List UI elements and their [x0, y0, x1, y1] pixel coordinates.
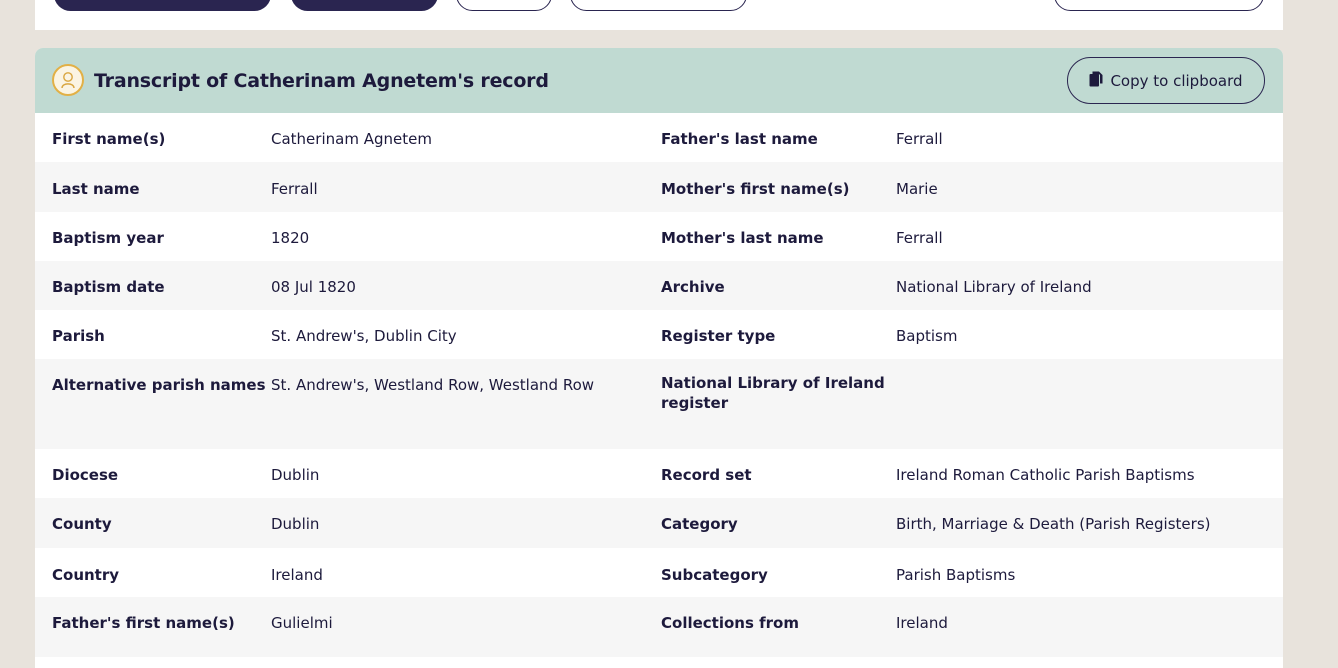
document-copy-icon [1089, 71, 1103, 91]
table-row: Baptism date 08 Jul 1820 Archive Nationa… [35, 261, 1283, 310]
person-silhouette-icon [52, 64, 84, 96]
field-label: Record set [661, 466, 752, 484]
table-row: Father's first name(s) Gulielmi Collecti… [35, 597, 1283, 657]
table-row: County Dublin Category Birth, Marriage &… [35, 498, 1283, 548]
field-label: Diocese [52, 466, 119, 484]
field-label: Baptism date [52, 278, 165, 296]
table-row: Baptism year 1820 Mother's last name Fer… [35, 212, 1283, 261]
field-label: Collections from [661, 614, 799, 632]
field-label: County [52, 515, 112, 533]
field-value: St. Andrew's, Westland Row, Westland Row [271, 376, 595, 394]
field-value: Ireland [896, 614, 948, 632]
field-label: Last name [52, 180, 140, 198]
field-label: Category [661, 515, 738, 533]
record-table: First name(s) Catherinam Agnetem Father'… [35, 113, 1283, 657]
copy-to-clipboard-button[interactable]: Copy to clipboard [1067, 57, 1265, 104]
field-value: Ferrall [896, 130, 943, 148]
field-label: Register type [661, 327, 776, 345]
field-value: Gulielmi [271, 614, 333, 632]
field-value: Parish Baptisms [896, 566, 1016, 584]
table-row: First name(s) Catherinam Agnetem Father'… [35, 113, 1283, 162]
field-label: Baptism year [52, 229, 164, 247]
field-label: Mother's last name [661, 229, 824, 247]
toolbar-button-secondary[interactable] [291, 0, 438, 11]
field-value: St. Andrew's, Dublin City [271, 327, 457, 345]
field-value: Dublin [271, 515, 320, 533]
field-label: Alternative parish names [52, 376, 266, 394]
field-label: Father's first name(s) [52, 614, 235, 632]
field-label: Subcategory [661, 566, 768, 584]
table-row: Last name Ferrall Mother's first name(s)… [35, 162, 1283, 212]
field-value: Ireland [271, 566, 323, 584]
field-label: Country [52, 566, 120, 584]
field-label: Archive [661, 278, 725, 296]
field-label: Parish [52, 327, 105, 345]
field-value: Birth, Marriage & Death (Parish Register… [896, 515, 1211, 533]
toolbar-button-primary[interactable] [54, 0, 271, 11]
field-label: National Library of Ireland register [661, 374, 885, 412]
toolbar-button-outline-3[interactable] [1054, 0, 1264, 11]
top-toolbar [35, 0, 1283, 30]
transcript-header: Transcript of Catherinam Agnetem's recor… [35, 48, 1283, 113]
field-label: Father's last name [661, 130, 818, 148]
page-title: Transcript of Catherinam Agnetem's recor… [94, 70, 549, 92]
field-value: Ferrall [271, 180, 318, 198]
field-value: Baptism [896, 327, 958, 345]
transcript-card: Transcript of Catherinam Agnetem's recor… [35, 48, 1283, 668]
toolbar-button-outline-2[interactable] [570, 0, 747, 11]
toolbar-button-outline-1[interactable] [456, 0, 552, 11]
copy-button-label: Copy to clipboard [1110, 71, 1243, 90]
field-label: First name(s) [52, 130, 166, 148]
field-value: Dublin [271, 466, 320, 484]
field-value: National Library of Ireland [896, 278, 1092, 296]
table-row: Parish St. Andrew's, Dublin City Registe… [35, 310, 1283, 359]
field-value: 08 Jul 1820 [271, 278, 356, 296]
field-value: Marie [896, 180, 938, 198]
field-value: 1820 [271, 229, 310, 247]
field-value: Catherinam Agnetem [271, 130, 432, 148]
field-value: Ferrall [896, 229, 943, 247]
table-row: Country Ireland Subcategory Parish Bapti… [35, 548, 1283, 597]
field-value: Ireland Roman Catholic Parish Baptisms [896, 466, 1195, 484]
field-label: Mother's first name(s) [661, 180, 850, 198]
table-row: Alternative parish names St. Andrew's, W… [35, 359, 1283, 449]
table-row: Diocese Dublin Record set Ireland Roman … [35, 449, 1283, 498]
